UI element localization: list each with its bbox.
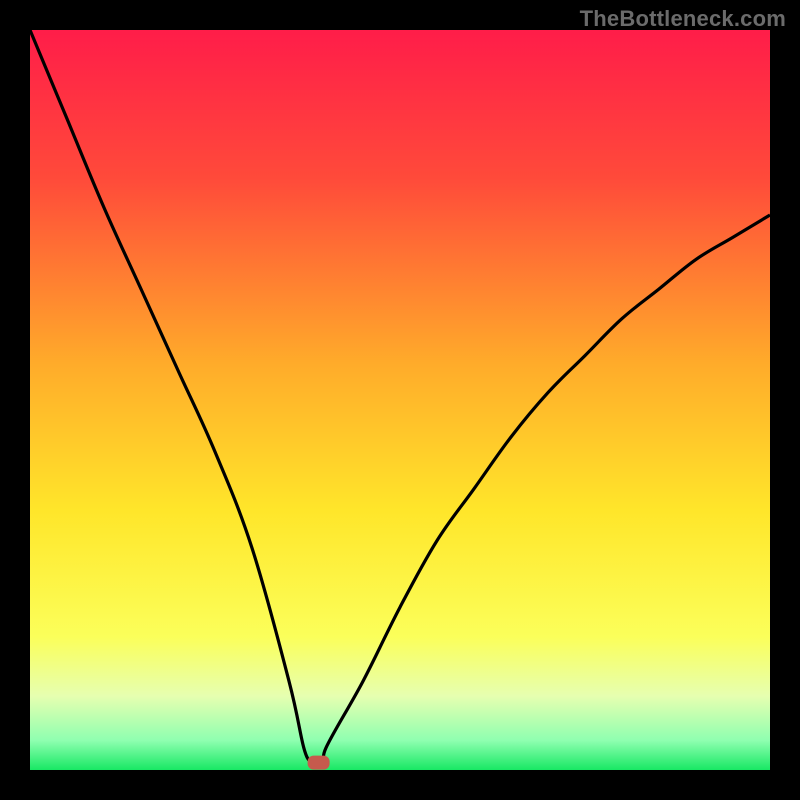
plot-area	[30, 30, 770, 770]
optimal-marker	[308, 756, 330, 770]
chart-frame: TheBottleneck.com	[0, 0, 800, 800]
watermark-label: TheBottleneck.com	[580, 6, 786, 32]
bottleneck-chart	[30, 30, 770, 770]
gradient-background	[30, 30, 770, 770]
